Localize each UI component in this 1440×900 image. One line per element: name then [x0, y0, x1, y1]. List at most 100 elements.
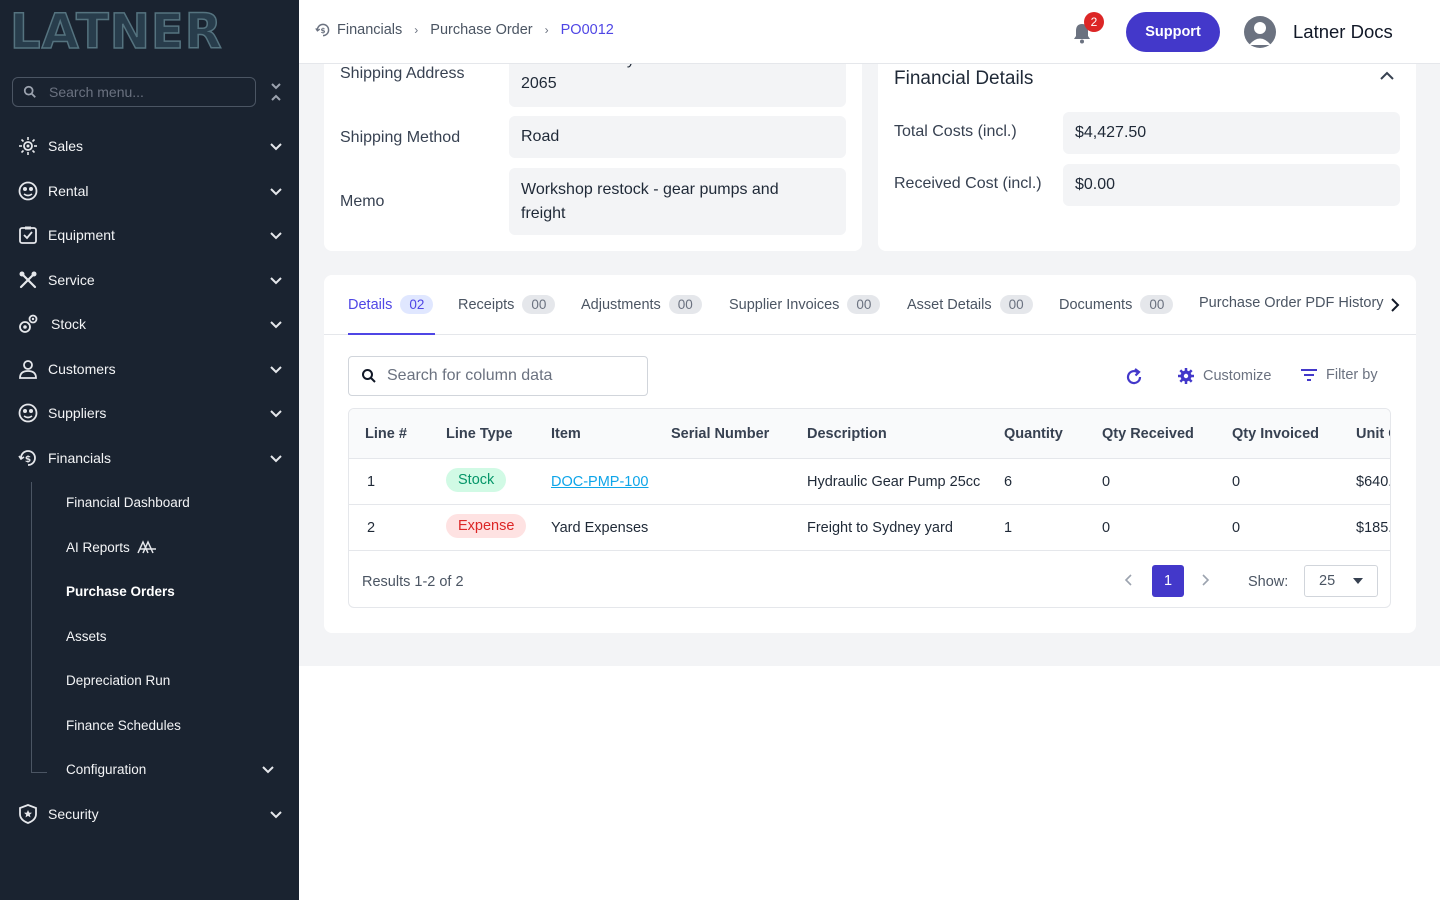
sidebar-item-service[interactable]: Service — [0, 258, 299, 302]
results-count: Results 1-2 of 2 — [362, 574, 464, 590]
tab-count-badge: 00 — [847, 295, 881, 314]
memo-line1: Workshop restock - gear pumps and — [521, 181, 779, 198]
page-size-value: 25 — [1319, 573, 1336, 589]
column-header[interactable]: Qty Invoiced — [1232, 426, 1319, 442]
table-row[interactable]: 1 Stock DOC-PMP-100 Hydraulic Gear Pump … — [349, 459, 1390, 505]
user-icon — [1249, 22, 1271, 45]
column-search-input[interactable] — [387, 367, 627, 385]
chevron-right-icon[interactable] — [1199, 572, 1211, 588]
tab-supplier-invoices[interactable]: Supplier Invoices 00 — [729, 295, 881, 314]
cell-description: Hydraulic Gear Pump 25cc — [807, 474, 981, 490]
equipment-icon — [18, 225, 38, 245]
tab-details[interactable]: Details 02 — [348, 295, 434, 314]
tab-label: Supplier Invoices — [729, 296, 840, 313]
sidebar-item-sales[interactable]: Sales — [0, 124, 299, 168]
avatar[interactable] — [1244, 16, 1276, 48]
item-link[interactable]: DOC-PMP-100 — [551, 474, 649, 490]
shipping-address-label: Shipping Address — [340, 65, 465, 82]
page-button-current[interactable]: 1 — [1152, 565, 1184, 597]
shipping-address-line2: 2065 — [521, 75, 557, 92]
breadcrumb-financials[interactable]: Financials — [337, 22, 402, 38]
menu-search-input[interactable] — [49, 84, 239, 100]
line-type-badge: Stock — [446, 468, 507, 492]
tab-documents[interactable]: Documents 00 — [1059, 295, 1174, 314]
breadcrumb-purchase-order[interactable]: Purchase Order — [430, 22, 532, 38]
tab-count-badge: 02 — [400, 295, 434, 314]
sidebar-item-suppliers[interactable]: Suppliers — [0, 391, 299, 435]
search-icon — [23, 85, 36, 98]
memo-line2: freight — [521, 205, 566, 222]
sidebar-item-label: Service — [48, 272, 95, 288]
chevron-right-icon[interactable] — [1388, 295, 1402, 315]
security-icon — [18, 804, 38, 824]
cell-line: 2 — [367, 520, 376, 536]
sidebar-item-label: Financials — [48, 450, 112, 466]
financials-icon: $ — [18, 448, 38, 468]
sidebar-item-rental[interactable]: Rental — [0, 169, 299, 213]
table-row[interactable]: 2 Expense Yard Expenses Freight to Sydne… — [349, 505, 1390, 551]
column-header[interactable]: Item — [551, 426, 581, 442]
column-header[interactable]: Line # — [365, 426, 407, 442]
column-header[interactable]: Serial Number — [671, 426, 769, 442]
sidebar-item-security[interactable]: Security — [0, 792, 299, 836]
sidebar-item-customers[interactable]: Customers — [0, 347, 299, 391]
menu-search[interactable] — [12, 77, 256, 107]
column-header[interactable]: Quantity — [1004, 426, 1063, 442]
submenu-assets[interactable]: Assets — [0, 616, 299, 656]
tab-adjustments[interactable]: Adjustments 00 — [581, 295, 702, 314]
refresh-icon[interactable] — [1124, 367, 1144, 387]
tab-asset-details[interactable]: Asset Details 00 — [907, 295, 1033, 314]
submenu-label: Depreciation Run — [66, 672, 171, 688]
tab-purchase-order-pdf-history[interactable]: Purchase Order PDF History — [1199, 295, 1384, 311]
submenu-depreciation-run[interactable]: Depreciation Run — [0, 660, 299, 700]
sidebar-item-label: Stock — [51, 316, 87, 332]
submenu-purchase-orders[interactable]: Purchase Orders — [0, 571, 299, 611]
cell-qty-invoiced: 0 — [1232, 520, 1241, 536]
tab-receipts[interactable]: Receipts 00 — [458, 295, 556, 314]
chevron-down-icon — [270, 143, 282, 151]
user-name[interactable]: Latner Docs — [1293, 21, 1393, 43]
column-header[interactable]: Line Type — [446, 426, 513, 442]
cell-quantity: 1 — [1004, 520, 1013, 536]
notification-badge: 2 — [1084, 12, 1104, 32]
cell-item: Yard Expenses — [551, 520, 649, 536]
gear-icon — [1178, 368, 1194, 384]
chevron-down-icon — [270, 455, 282, 463]
column-header[interactable]: Qty Received — [1102, 426, 1194, 442]
breadcrumb-separator-icon: › — [544, 23, 549, 37]
filter-icon — [1301, 369, 1317, 381]
submenu-finance-schedules[interactable]: Finance Schedules — [0, 705, 299, 745]
sidebar-item-financials[interactable]: $ Financials — [0, 436, 299, 480]
svg-text:$: $ — [25, 455, 31, 465]
cell-unit-cost: $640.00 — [1356, 474, 1390, 490]
tab-label: Adjustments — [581, 296, 661, 313]
chevron-up-icon[interactable] — [1380, 71, 1394, 81]
cell-quantity: 6 — [1004, 474, 1013, 490]
chevron-left-icon[interactable] — [1123, 572, 1135, 588]
chevron-down-icon — [262, 766, 274, 774]
submenu-financial-dashboard[interactable]: Financial Dashboard — [0, 482, 299, 522]
latner-logo[interactable]: LATNER — [9, 7, 280, 57]
sidebar-item-stock[interactable]: Stock — [0, 302, 299, 346]
line-items-card: Details 02 Receipts 00 Adjustments 00 Suppl… — [324, 275, 1416, 633]
column-search[interactable] — [348, 356, 648, 396]
tab-count-badge: 00 — [1140, 295, 1174, 314]
sidebar-item-equipment[interactable]: Equipment — [0, 213, 299, 257]
column-header[interactable]: Description — [807, 426, 887, 442]
sidebar: LATNER Sales Rental Equipment Service St… — [0, 0, 299, 900]
page-size-select[interactable]: 25 — [1304, 565, 1378, 597]
sidebar-item-label: Suppliers — [48, 405, 107, 421]
submenu-configuration[interactable]: Configuration — [0, 749, 299, 789]
filter-button[interactable]: Filter by — [1300, 367, 1378, 383]
sidebar-item-label: Security — [48, 806, 99, 822]
collapse-sidebar-icon[interactable] — [268, 81, 284, 103]
total-costs-value: $4,427.50 — [1063, 112, 1400, 154]
submenu-label: Configuration — [66, 761, 147, 777]
tab-label: Asset Details — [907, 296, 992, 313]
customers-icon — [18, 359, 38, 379]
column-header[interactable]: Unit Cost — [1356, 426, 1390, 442]
submenu-ai-reports[interactable]: AI Reports — [0, 527, 299, 567]
support-button[interactable]: Support — [1126, 12, 1220, 52]
breadcrumb-current: PO0012 — [560, 22, 614, 38]
customize-button[interactable]: Customize — [1177, 367, 1272, 385]
